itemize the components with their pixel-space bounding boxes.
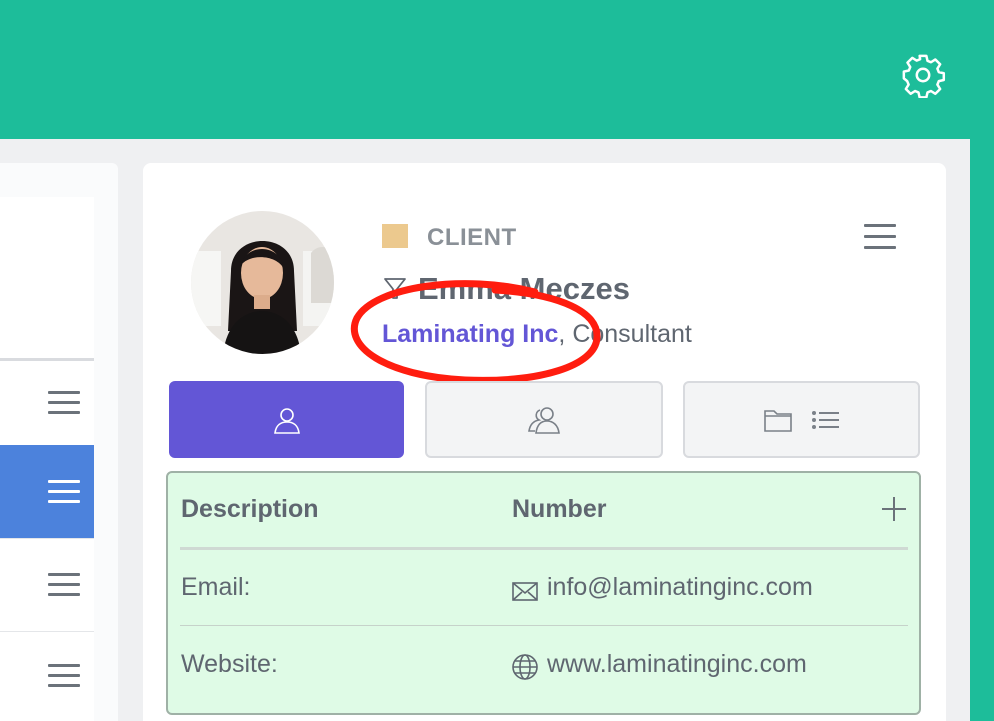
- hamburger-menu-icon[interactable]: [48, 664, 80, 688]
- hamburger-menu-icon[interactable]: [48, 479, 80, 504]
- email-value[interactable]: info@laminatinginc.com: [547, 573, 813, 602]
- left-list-row-active[interactable]: [0, 445, 94, 539]
- avatar: [191, 211, 334, 354]
- tab-people[interactable]: [425, 381, 663, 458]
- contact-type-label: CLIENT: [427, 224, 517, 251]
- person-icon: [274, 408, 300, 434]
- hamburger-menu-icon[interactable]: [48, 572, 80, 597]
- filter-icon: [384, 278, 406, 299]
- gear-icon[interactable]: [900, 52, 946, 98]
- company-link[interactable]: Laminating Inc: [382, 320, 558, 348]
- hamburger-menu-icon[interactable]: [48, 391, 80, 415]
- tab-folder-list[interactable]: [683, 381, 920, 458]
- website-label: Website:: [181, 650, 278, 678]
- header-divider: [180, 547, 908, 550]
- subtitle-separator: ,: [558, 320, 573, 348]
- left-list-row[interactable]: [0, 538, 94, 632]
- plus-icon[interactable]: [880, 495, 908, 523]
- card-menu-icon[interactable]: [864, 224, 896, 250]
- column-header-number: Number: [512, 495, 607, 523]
- people-icon: [528, 407, 560, 434]
- globe-icon: [512, 654, 538, 680]
- left-list-row[interactable]: [0, 631, 94, 721]
- client-type-swatch: [382, 224, 408, 248]
- contact-subtitle: Laminating Inc, Consultant: [382, 320, 692, 349]
- envelope-icon: [512, 582, 538, 601]
- email-label: Email:: [181, 573, 251, 601]
- tab-person[interactable]: [169, 381, 404, 458]
- contact-role: Consultant: [572, 320, 692, 348]
- folder-list-icon: [764, 410, 839, 432]
- left-list-row[interactable]: [0, 361, 94, 446]
- contact-name: Emma Meczes: [418, 271, 630, 306]
- top-bar: [0, 0, 994, 139]
- row-divider: [180, 625, 908, 626]
- website-value[interactable]: www.laminatinginc.com: [547, 650, 807, 679]
- column-header-description: Description: [181, 495, 319, 523]
